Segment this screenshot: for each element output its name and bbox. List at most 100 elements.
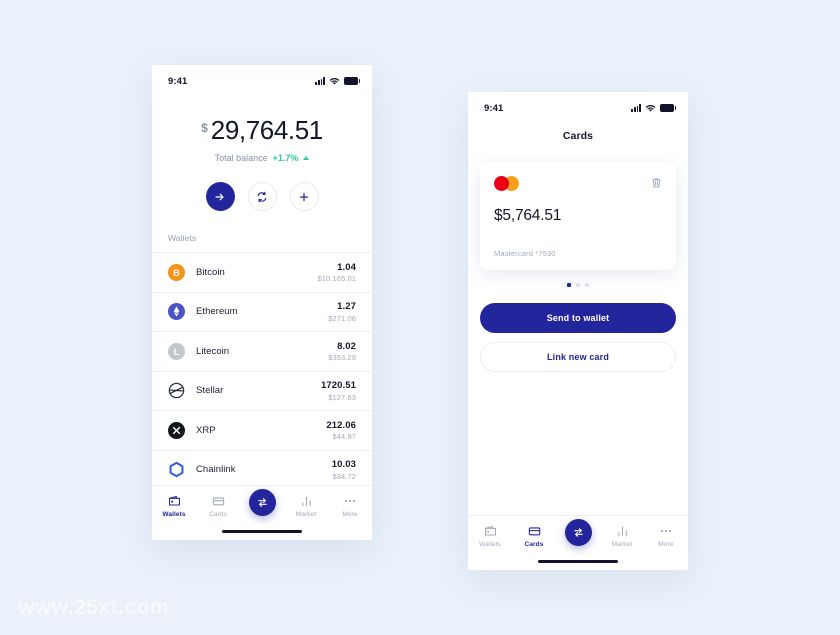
coin-amount: 1720.51 — [320, 380, 356, 391]
tab-label: Market — [611, 541, 633, 548]
svg-text:L: L — [174, 347, 180, 357]
ethereum-icon — [168, 303, 185, 321]
coin-usd-value: $353.29 — [328, 353, 356, 362]
exchange-icon — [248, 489, 276, 516]
total-balance-label: Total balance — [214, 153, 268, 163]
bottom-tab-bar: Wallets Cards Market More — [152, 485, 372, 540]
refresh-icon — [257, 191, 267, 202]
wallet-icon — [484, 524, 497, 537]
exchange-button[interactable] — [247, 182, 277, 211]
bitcoin-icon: B — [168, 263, 185, 281]
tab-label: Wallets — [162, 511, 186, 518]
pagination-dot[interactable] — [576, 283, 580, 287]
wallets-section-label: Wallets — [168, 233, 197, 243]
pagination-dot[interactable] — [567, 283, 571, 287]
tab-label: More — [342, 511, 358, 518]
coin-usd-value: $127.63 — [328, 392, 356, 402]
bottom-tab-bar: Wallets Cards Market More — [468, 515, 688, 570]
stellar-icon — [168, 382, 185, 399]
balance-subtitle: Total balance +1.7% — [152, 153, 372, 163]
wallet-icon — [168, 494, 181, 507]
send-button[interactable] — [205, 182, 235, 211]
page-title: Cards — [562, 130, 594, 142]
coin-amount: 8.02 — [337, 340, 356, 352]
tab-market[interactable]: Market — [284, 494, 328, 518]
quick-actions — [152, 182, 372, 211]
screenshot-stage: www.25xt.com 9:41 $ 29,764.51 Total bala… — [0, 0, 840, 635]
signal-bars-icon — [315, 77, 325, 85]
status-time: 9:41 — [168, 75, 188, 87]
tab-exchange-fab[interactable] — [556, 519, 600, 546]
card-meta: Mastercard *7530 — [494, 249, 556, 258]
tab-market[interactable]: Market — [600, 524, 644, 548]
card-icon — [212, 494, 225, 507]
coin-usd-value: $271.06 — [328, 313, 356, 323]
coin-values: 1.04 $10,165.01 — [317, 262, 356, 284]
tab-wallets[interactable]: Wallets — [468, 524, 512, 548]
tab-wallets[interactable]: Wallets — [152, 494, 196, 518]
tab-label: More — [658, 541, 674, 548]
balance-row: $ 29,764.51 — [152, 115, 372, 146]
card-header — [494, 176, 662, 194]
ellipsis-icon — [659, 524, 673, 537]
link-new-card-button[interactable]: Link new card — [480, 342, 676, 372]
card-icon — [528, 524, 541, 537]
home-indicator — [222, 529, 302, 533]
send-to-wallet-button[interactable]: Send to wallet — [480, 303, 676, 333]
coin-amount: 212.06 — [326, 419, 356, 431]
tab-cards[interactable]: Cards — [196, 494, 240, 518]
cta-section: Send to wallet Link new card — [468, 287, 688, 372]
tab-more[interactable]: More — [644, 524, 688, 548]
tab-cards[interactable]: Cards — [512, 524, 556, 548]
exchange-icon — [564, 519, 592, 546]
tab-label: Cards — [209, 511, 227, 518]
phone-wallets-screen: 9:41 $ 29,764.51 Total balance +1.7% Wal… — [152, 65, 372, 540]
table-row[interactable]: B Bitcoin 1.04 $10,165.01 — [152, 252, 372, 292]
balance-section: $ 29,764.51 Total balance +1.7% — [152, 91, 372, 211]
svg-text:B: B — [173, 268, 180, 278]
table-row[interactable]: Chainlink 10.03 $34.72 — [152, 449, 372, 490]
status-icons — [631, 104, 676, 113]
table-row[interactable]: Stellar 1720.51 $127.63 — [152, 370, 372, 411]
coin-name: Litecoin — [196, 345, 230, 357]
coin-name: Chainlink — [196, 464, 236, 476]
total-balance-amount: 29,764.51 — [210, 115, 323, 145]
balance-change: +1.7% — [272, 153, 299, 163]
tab-more[interactable]: More — [328, 494, 372, 518]
wallets-list: B Bitcoin 1.04 $10,165.01 Ethereum 1.27 … — [152, 252, 372, 489]
tab-label: Cards — [524, 541, 544, 548]
coin-name: XRP — [196, 424, 216, 436]
status-bar: 9:41 — [468, 92, 688, 118]
table-row[interactable]: Ethereum 1.27 $271.06 — [152, 291, 372, 332]
chainlink-icon — [169, 462, 184, 478]
coin-usd-value: $34.72 — [332, 471, 356, 481]
table-row[interactable]: L Litecoin 8.02 $353.29 — [152, 331, 372, 371]
coin-usd-value: $10,165.01 — [317, 274, 356, 283]
home-indicator — [538, 559, 618, 563]
coin-values: 1.27 $271.06 — [328, 301, 356, 323]
status-bar: 9:41 — [152, 65, 372, 91]
plus-icon — [299, 192, 309, 201]
coin-amount: 1.04 — [337, 261, 356, 273]
coin-usd-value: $44.97 — [332, 432, 356, 441]
table-row[interactable]: XRP 212.06 $44.97 — [152, 410, 372, 450]
trash-icon[interactable] — [651, 176, 662, 194]
caret-up-icon — [303, 156, 310, 160]
status-icons — [315, 77, 360, 86]
card-tile[interactable]: $5,764.51 Mastercard *7530 — [480, 162, 676, 270]
chart-bars-icon — [300, 494, 313, 507]
coin-name: Bitcoin — [196, 266, 225, 278]
coin-name: Stellar — [196, 385, 224, 397]
coin-values: 1720.51 $127.63 — [321, 380, 356, 402]
pagination-dot[interactable] — [585, 283, 589, 287]
tab-exchange-fab[interactable] — [240, 489, 284, 516]
coin-values: 10.03 $34.72 — [332, 459, 356, 481]
chart-bars-icon — [616, 524, 629, 537]
status-time: 9:41 — [484, 102, 504, 114]
coin-amount: 1.27 — [337, 301, 356, 312]
coin-amount: 10.03 — [331, 459, 356, 470]
add-button[interactable] — [289, 182, 319, 211]
wifi-icon — [329, 77, 340, 85]
coin-values: 8.02 $353.29 — [328, 341, 356, 363]
coin-name: Ethereum — [196, 306, 238, 318]
